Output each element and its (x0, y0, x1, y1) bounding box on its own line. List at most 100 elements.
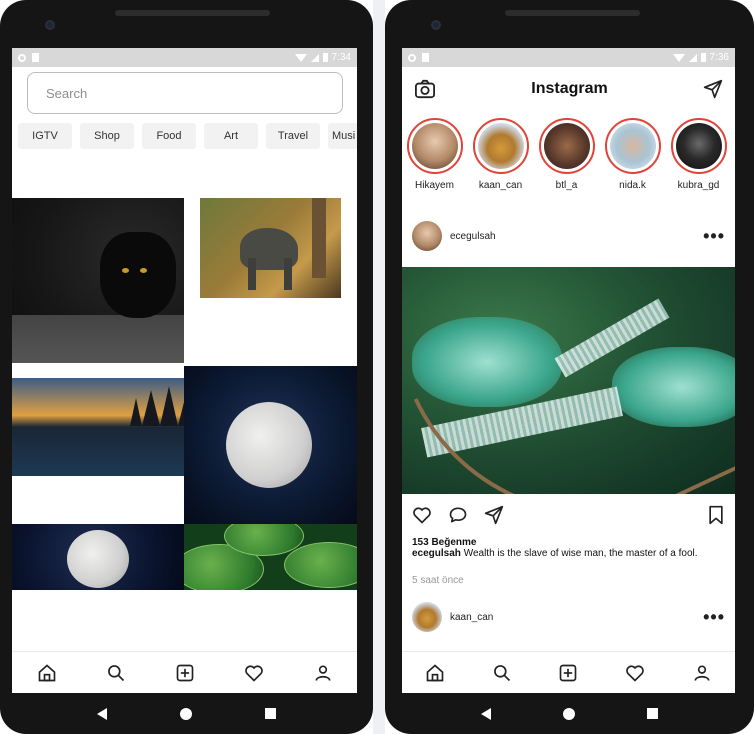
android-home-button[interactable] (563, 707, 575, 720)
android-home-button[interactable] (179, 707, 192, 720)
chip-igtv[interactable]: IGTV (18, 123, 72, 149)
chip-food[interactable]: Food (142, 123, 196, 149)
nav-home-button[interactable] (30, 656, 64, 690)
status-bar: 7:34 (12, 48, 357, 67)
recents-button[interactable] (647, 708, 658, 719)
cat-eye (140, 268, 147, 273)
adult-elephant-leg (312, 198, 326, 278)
battery-icon (322, 53, 328, 62)
story-ring (538, 118, 595, 174)
back-button[interactable] (481, 707, 491, 720)
nav-add-button[interactable] (551, 656, 585, 690)
story-item[interactable]: nida.k (604, 118, 661, 191)
post-username[interactable]: kaan_can (450, 612, 695, 623)
avatar[interactable] (412, 602, 442, 632)
nav-activity-button[interactable] (618, 656, 652, 690)
left-phone: 7:34 Search IGTV Shop Food Art Travel Mu… (0, 0, 373, 734)
search-placeholder: Search (46, 85, 88, 101)
post-image[interactable] (402, 267, 735, 494)
elephant-leg (248, 258, 256, 290)
caption-username[interactable]: ecegulsah (412, 548, 461, 559)
app-header: Instagram (402, 67, 735, 111)
story-item[interactable]: kaan_can (472, 118, 529, 191)
story-avatar (543, 123, 590, 169)
camera-icon[interactable] (414, 79, 436, 99)
avatar[interactable] (412, 221, 442, 251)
home-icon (426, 663, 444, 681)
nav-home-button[interactable] (418, 656, 452, 690)
chip-music[interactable]: Musi (328, 123, 357, 149)
search-icon (107, 664, 124, 681)
recents-button[interactable] (265, 708, 277, 719)
front-camera (45, 20, 55, 30)
chip-art[interactable]: Art (204, 123, 258, 149)
moon (67, 530, 129, 588)
comment-icon[interactable] (448, 505, 468, 525)
story-label: kaan_can (478, 180, 523, 191)
sd-card-icon (422, 53, 429, 62)
profile-icon (694, 665, 710, 681)
explore-image-elephant[interactable] (200, 198, 341, 298)
more-options-icon[interactable]: ••• (703, 226, 725, 247)
nav-add-button[interactable] (168, 656, 202, 690)
chip-travel[interactable]: Travel (266, 123, 320, 149)
nav-profile-button[interactable] (306, 656, 340, 690)
app-title: Instagram (531, 80, 608, 97)
stories-tray: Hikayem kaan_can btl_a nida.k kubra_gd e (406, 118, 735, 191)
story-avatar (609, 123, 656, 169)
feed-screen: 7:36 Instagram Hikayem kaan_can btl_a ni… (402, 48, 735, 693)
tree-silhouette (130, 386, 184, 426)
heart-icon (244, 664, 263, 682)
wifi-icon (672, 53, 685, 62)
add-icon (176, 664, 193, 681)
post-caption: ecegulsah Wealth is the slave of wise ma… (412, 548, 730, 560)
search-icon (493, 664, 510, 681)
share-icon[interactable] (484, 505, 504, 525)
moon (226, 402, 312, 488)
nav-search-button[interactable] (99, 656, 133, 690)
explore-image-lake-sunset[interactable] (12, 378, 184, 476)
story-ring (604, 118, 661, 174)
story-ring (670, 118, 727, 174)
home-icon (38, 663, 55, 681)
notification-icon (18, 53, 26, 62)
signal-icon (688, 53, 697, 62)
story-item[interactable]: Hikayem (406, 118, 463, 191)
post-username[interactable]: ecegulsah (450, 231, 695, 242)
caption-text: Wealth is the slave of wise man, the mas… (460, 548, 698, 559)
story-label: kubra_gd (677, 180, 720, 191)
category-chips: IGTV Shop Food Art Travel Musi (18, 123, 357, 149)
android-navigation (385, 693, 754, 734)
bookmark-icon[interactable] (707, 505, 725, 525)
explore-image-leaves[interactable] (184, 524, 357, 590)
chip-shop[interactable]: Shop (80, 123, 134, 149)
more-options-icon[interactable]: ••• (703, 607, 725, 628)
story-item[interactable]: kubra_gd (670, 118, 727, 191)
search-screen: 7:34 Search IGTV Shop Food Art Travel Mu… (12, 48, 357, 693)
nav-profile-button[interactable] (685, 656, 719, 690)
nav-search-button[interactable] (485, 656, 519, 690)
battery-icon (700, 53, 706, 62)
android-navigation (0, 693, 373, 734)
nav-activity-button[interactable] (237, 656, 271, 690)
story-label: btl_a (555, 180, 578, 191)
back-button[interactable] (96, 707, 107, 720)
story-item[interactable]: btl_a (538, 118, 595, 191)
like-count[interactable]: 153 Beğenme (412, 537, 476, 548)
next-post-header: kaan_can ••• (412, 602, 725, 632)
speaker (505, 10, 640, 16)
story-avatar (675, 123, 722, 169)
cat-eye (122, 268, 129, 273)
direct-message-icon[interactable] (703, 79, 723, 99)
story-label: Hikayem (415, 180, 454, 191)
explore-image-cat[interactable] (12, 198, 184, 363)
search-input[interactable]: Search (27, 72, 343, 114)
sd-card-icon (32, 53, 39, 62)
explore-image-moon[interactable] (184, 366, 357, 524)
cat-silhouette (100, 232, 176, 318)
story-ring (406, 118, 463, 174)
explore-image-moon-small[interactable] (12, 524, 184, 590)
heart-icon[interactable] (412, 505, 432, 525)
boardwalk (413, 272, 735, 494)
front-camera (431, 20, 441, 30)
